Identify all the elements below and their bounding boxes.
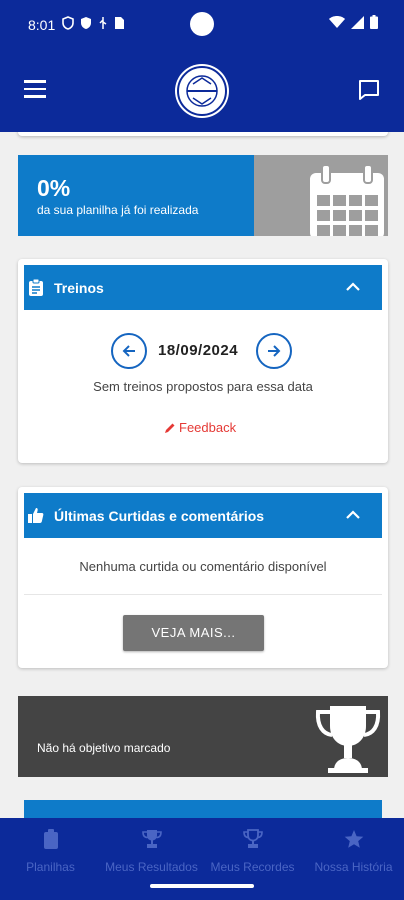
- chat-icon[interactable]: [358, 79, 380, 101]
- main-content: 0% da sua planilha já foi realizada Trei…: [0, 132, 404, 818]
- trophy-outline-icon: [242, 829, 263, 848]
- feedback-label: Feedback: [179, 420, 237, 435]
- app-bar: [0, 48, 404, 132]
- trophy-icon: [141, 830, 162, 848]
- calendar-panel: [254, 155, 388, 236]
- treinos-card: Treinos 18/09/2024 Sem treinos propostos…: [18, 259, 388, 463]
- next-date-button[interactable]: [256, 333, 292, 369]
- nav-planilhas-label: Planilhas: [26, 860, 75, 874]
- curtidas-card: Últimas Curtidas e comentários Nenhuma c…: [18, 487, 388, 668]
- progress-banner: 0% da sua planilha já foi realizada: [18, 155, 388, 236]
- pencil-icon: [165, 423, 175, 433]
- progress-description: da sua planilha já foi realizada: [37, 203, 199, 217]
- sim-card-icon: [115, 17, 124, 29]
- cell-signal-icon: [351, 15, 364, 29]
- status-bar: 8:01: [0, 0, 404, 48]
- security-icon: [81, 17, 91, 29]
- nav-meus-resultados[interactable]: Meus Resultados: [101, 826, 202, 874]
- divider: [24, 594, 382, 595]
- menu-icon[interactable]: [24, 80, 46, 103]
- star-icon: [344, 830, 363, 848]
- thumbs-up-icon: [28, 508, 44, 523]
- objective-banner[interactable]: Não há objetivo marcado: [18, 696, 388, 777]
- nav-meus-recordes[interactable]: Meus Recordes: [202, 826, 303, 874]
- bottom-navigation: Planilhas Meus Resultados Meus Recordes …: [0, 818, 404, 900]
- next-card-header: [24, 800, 382, 818]
- selected-date: 18/09/2024: [158, 342, 239, 359]
- nav-nossa-historia-label: Nossa História: [314, 860, 393, 874]
- previous-card: [18, 132, 388, 136]
- nav-planilhas[interactable]: Planilhas: [0, 826, 101, 874]
- treinos-empty-message: Sem treinos propostos para essa data: [93, 379, 313, 394]
- nav-nossa-historia[interactable]: Nossa História: [303, 826, 404, 874]
- date-navigator: 18/09/2024: [18, 333, 388, 369]
- usb-icon: [99, 17, 107, 29]
- curtidas-header[interactable]: Últimas Curtidas e comentários: [24, 493, 382, 538]
- nav-meus-recordes-label: Meus Recordes: [210, 860, 295, 874]
- app-logo: [175, 64, 229, 118]
- objective-message: Não há objetivo marcado: [37, 741, 171, 755]
- calendar-icon: [310, 165, 384, 236]
- battery-icon: [370, 15, 378, 29]
- progress-summary: 0% da sua planilha já foi realizada: [18, 155, 254, 236]
- feedback-link[interactable]: Feedback: [164, 420, 236, 435]
- curtidas-empty-message: Nenhuma curtida ou comentário disponível: [79, 559, 327, 574]
- notification-icons: [62, 16, 125, 30]
- status-time: 8:01: [28, 17, 56, 33]
- shield-icon: [62, 16, 74, 30]
- wifi-icon: [329, 15, 345, 28]
- progress-percent: 0%: [37, 175, 71, 201]
- arrow-left-icon: [122, 345, 135, 357]
- trophy-icon: [315, 706, 381, 773]
- front-camera: [190, 12, 214, 36]
- see-more-button[interactable]: VEJA MAIS...: [123, 615, 264, 651]
- arrow-right-icon: [268, 345, 281, 357]
- home-indicator[interactable]: [150, 884, 254, 888]
- system-indicators: [329, 15, 378, 29]
- curtidas-title: Últimas Curtidas e comentários: [54, 508, 265, 524]
- nav-meus-resultados-label: Meus Resultados: [105, 860, 198, 874]
- chevron-up-icon[interactable]: [346, 510, 360, 519]
- treinos-title: Treinos: [54, 280, 104, 296]
- previous-date-button[interactable]: [111, 333, 147, 369]
- clipboard-list-icon: [29, 279, 43, 296]
- treinos-header[interactable]: Treinos: [24, 265, 382, 310]
- clipboard-icon: [43, 829, 58, 849]
- chevron-up-icon[interactable]: [346, 282, 360, 291]
